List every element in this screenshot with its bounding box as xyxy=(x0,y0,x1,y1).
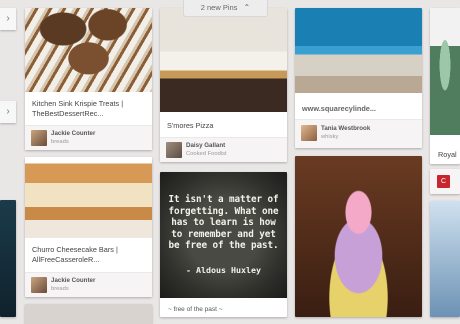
pin-board[interactable]: Cooked Foodist xyxy=(186,150,227,158)
pin-footer: Jackie Counter breads xyxy=(25,125,152,150)
quote-author: - Aldous Huxley xyxy=(186,265,261,275)
pin-card-royal[interactable]: Royal xyxy=(430,8,460,164)
pin-footer: Tania Westbrook whisky xyxy=(295,119,422,148)
scroll-left-arrow-top[interactable]: › xyxy=(0,8,16,30)
pin-user[interactable]: Jackie Counter xyxy=(51,277,95,285)
pin-card-smores[interactable]: S'mores Pizza Daisy Gallant Cooked Foodi… xyxy=(160,8,287,162)
new-pins-button[interactable]: 2 new Pins ⌃ xyxy=(183,0,268,17)
pin-image[interactable] xyxy=(25,157,152,238)
pin-title[interactable]: Churro Cheesecake Bars | AllFreeCasserol… xyxy=(32,245,146,265)
pin-board[interactable]: breads xyxy=(51,285,69,293)
pin-footer: Jackie Counter breads xyxy=(25,272,152,297)
pin-card-aquarium[interactable]: www.squarecylinde... Tania Westbrook whi… xyxy=(295,8,422,148)
pin-image[interactable] xyxy=(295,8,422,93)
pin-card-blue-partial[interactable] xyxy=(430,201,460,317)
pin-title[interactable]: Royal xyxy=(438,150,457,160)
pin-user[interactable]: Tania Westbrook xyxy=(321,125,370,133)
pin-title[interactable]: S'mores Pizza xyxy=(167,121,281,131)
pin-footer: Daisy Gallant Cooked Foodist xyxy=(160,137,287,162)
pin-title[interactable]: Kitchen Sink Krispie Treats | TheBestDes… xyxy=(32,99,146,119)
avatar[interactable] xyxy=(301,125,317,141)
pin-board[interactable]: whisky xyxy=(321,133,338,141)
pin-image[interactable] xyxy=(160,8,287,112)
avatar[interactable] xyxy=(31,277,47,293)
pin-card-partial[interactable] xyxy=(25,304,152,324)
pin-image[interactable] xyxy=(430,8,460,135)
scroll-left-arrow-bottom[interactable]: › xyxy=(0,101,16,123)
pin-image[interactable]: It isn't a matter of forgetting. What on… xyxy=(160,172,287,298)
pin-card-partial-right[interactable]: C xyxy=(430,169,460,194)
pin-icon: C xyxy=(437,175,450,188)
new-pins-label: 2 new Pins xyxy=(200,3,238,12)
partial-pin-left[interactable] xyxy=(0,200,16,317)
avatar[interactable] xyxy=(31,130,47,146)
pin-user[interactable]: Jackie Counter xyxy=(51,130,95,138)
avatar[interactable] xyxy=(166,142,182,158)
pin-user[interactable]: Daisy Gallant xyxy=(186,142,225,150)
quote-text: It isn't a matter of forgetting. What on… xyxy=(168,194,279,252)
pin-image[interactable] xyxy=(25,8,152,92)
chevron-up-icon: ⌃ xyxy=(243,3,251,12)
pin-caption[interactable]: ~ free of the past ~ xyxy=(168,306,223,313)
pin-card-cake[interactable] xyxy=(295,156,422,317)
pin-card-krispie[interactable]: Kitchen Sink Krispie Treats | TheBestDes… xyxy=(25,8,152,150)
pin-title[interactable]: www.squarecylinde... xyxy=(302,104,416,114)
pin-card-quote[interactable]: It isn't a matter of forgetting. What on… xyxy=(160,172,287,317)
pin-card-churro[interactable]: Churro Cheesecake Bars | AllFreeCasserol… xyxy=(25,157,152,297)
pin-board[interactable]: breads xyxy=(51,138,69,146)
